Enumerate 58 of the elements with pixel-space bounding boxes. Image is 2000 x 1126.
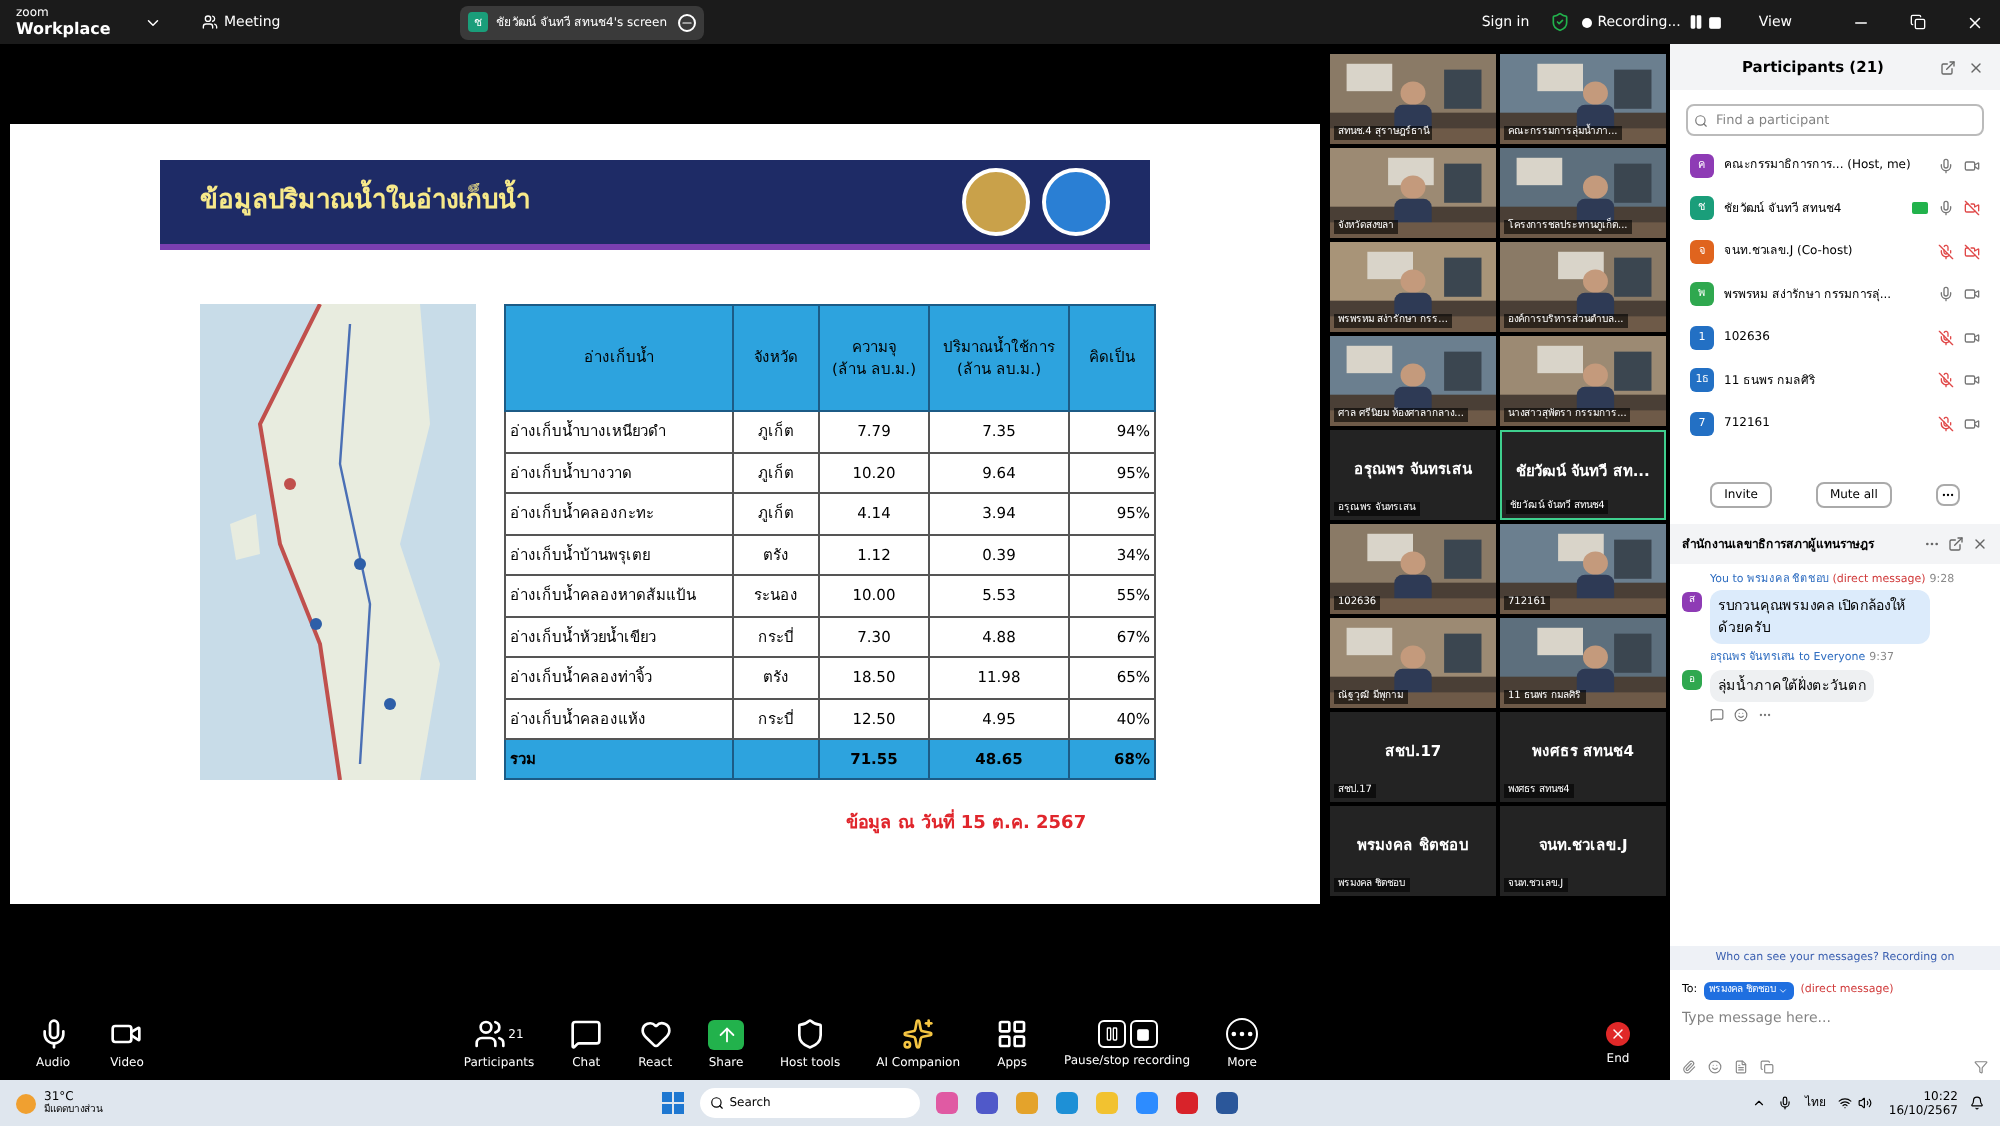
shield-icon (1549, 12, 1570, 32)
app-icon[interactable] (1215, 1092, 1238, 1114)
camera-icon[interactable] (1964, 372, 1980, 389)
app-icon[interactable] (1135, 1092, 1158, 1114)
emoji-icon[interactable] (1734, 708, 1748, 722)
reply-icon[interactable] (1710, 708, 1724, 722)
logo-icon (1042, 168, 1110, 236)
camera-off-icon[interactable] (1964, 243, 1980, 260)
emoji-icon[interactable] (1708, 1059, 1722, 1073)
emblem-icon (962, 168, 1030, 236)
wifi-icon[interactable] (1838, 1096, 1853, 1110)
volume-icon[interactable] (1858, 1096, 1873, 1110)
stop-icon[interactable] (1708, 15, 1723, 29)
pop-out-icon[interactable] (1940, 59, 1956, 75)
app-icon[interactable] (1175, 1092, 1198, 1114)
weather-icon (16, 1093, 36, 1113)
camera-icon[interactable] (1964, 286, 1980, 303)
search-icon (1694, 113, 1708, 127)
microphone-icon[interactable] (1778, 1096, 1793, 1110)
microphone-icon (37, 1018, 70, 1050)
file-icon[interactable] (1734, 1059, 1748, 1073)
caret-icon (1778, 986, 1789, 996)
camera-icon[interactable] (1964, 415, 1980, 432)
chat-icon (570, 1018, 603, 1050)
app-icon[interactable] (1055, 1092, 1078, 1114)
muted-mic-icon[interactable] (1938, 329, 1954, 346)
screenshot-icon[interactable] (1760, 1059, 1774, 1073)
muted-mic-icon[interactable] (1938, 243, 1954, 260)
format-icon[interactable] (1682, 1059, 1696, 1073)
muted-mic-icon[interactable] (1938, 415, 1954, 432)
data-date-note: ข้อมูล ณ วันที่ 15 ต.ค. 2567 (846, 812, 1087, 839)
muted-mic-icon[interactable] (1938, 372, 1954, 389)
app-icon[interactable] (975, 1092, 998, 1114)
pop-out-icon[interactable] (1948, 536, 1964, 552)
camera-icon[interactable] (1964, 157, 1980, 174)
slide-title: ข้อมูลปริมาณน้ำในอ่างเก็บน้ำ (200, 182, 962, 222)
heart-icon (639, 1018, 672, 1050)
pause-icon[interactable] (1688, 14, 1705, 30)
people-icon (202, 14, 218, 30)
filter-icon[interactable] (1974, 1059, 1988, 1073)
more-icon[interactable] (1935, 483, 1960, 505)
shield-icon (794, 1018, 827, 1050)
people-icon (474, 1018, 507, 1050)
brand-name: Workplace (16, 22, 113, 38)
share-icon (708, 1019, 745, 1049)
start-icon[interactable] (661, 1092, 684, 1114)
apps-icon (996, 1018, 1029, 1050)
minus-icon[interactable] (678, 13, 697, 31)
search-icon (709, 1096, 724, 1110)
restore-icon[interactable] (1910, 14, 1926, 30)
bell-icon[interactable] (1970, 1096, 1984, 1110)
camera-off-icon[interactable] (1964, 200, 1980, 217)
caret-icon[interactable] (1752, 1096, 1767, 1110)
more-icon (1226, 1018, 1259, 1050)
camera-icon[interactable] (1964, 329, 1980, 346)
app-icon[interactable] (935, 1092, 958, 1114)
sparkle-icon (902, 1018, 935, 1050)
pause-stop-icon (1097, 1020, 1158, 1048)
